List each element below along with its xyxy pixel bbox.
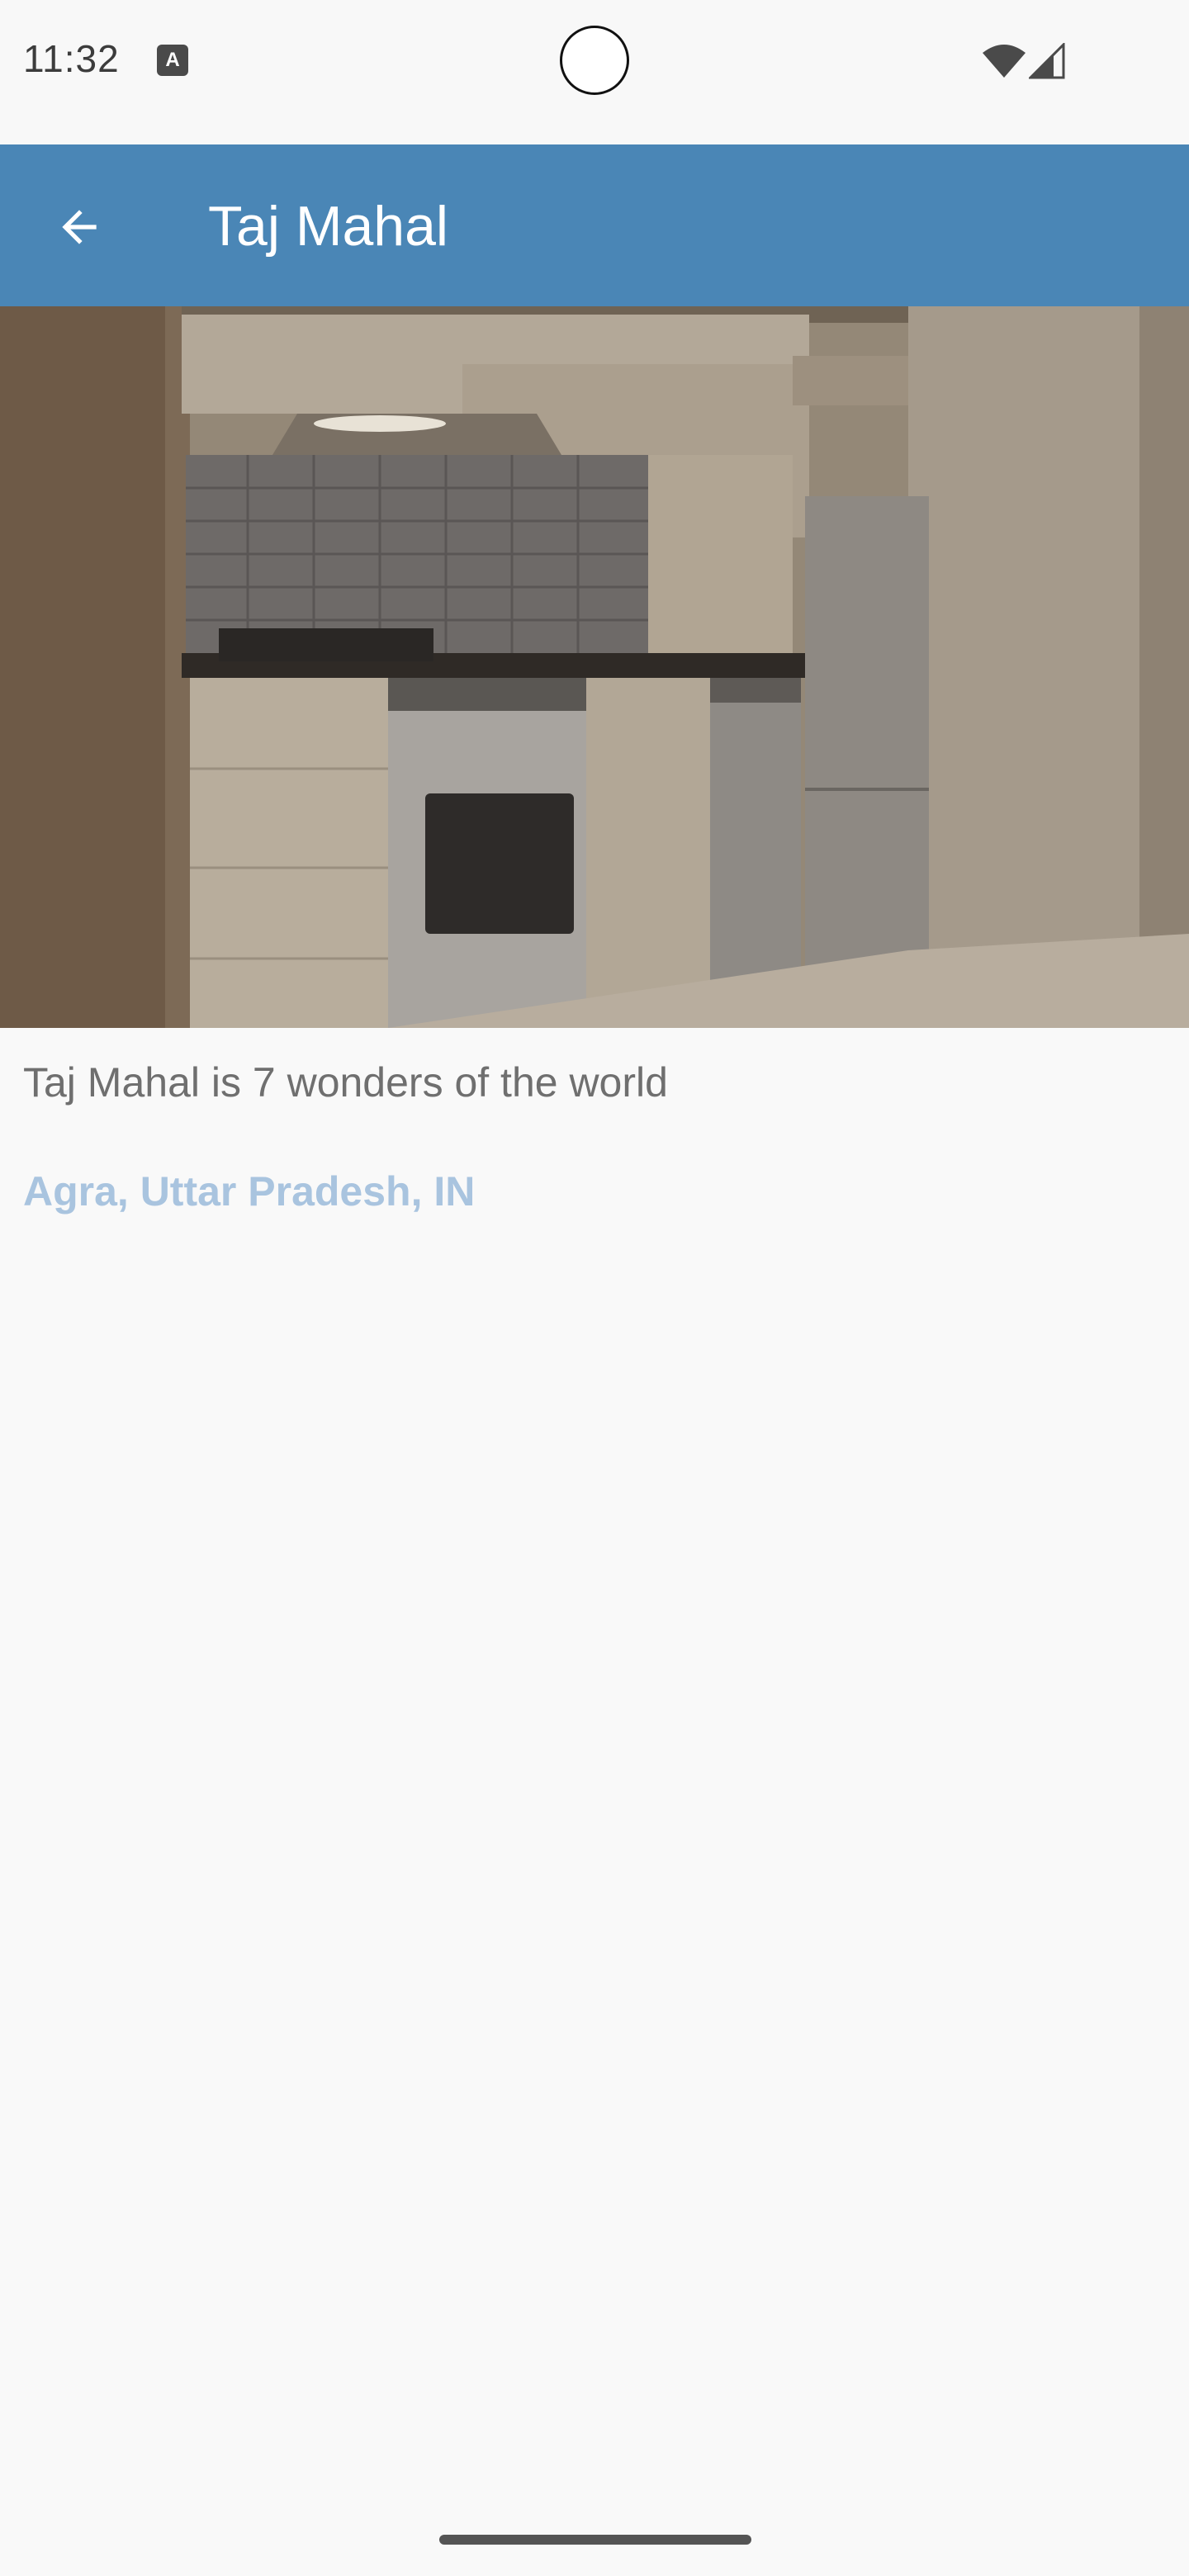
status-bar: 11:32 A xyxy=(0,0,1189,144)
gesture-bar[interactable] xyxy=(439,2535,751,2545)
kitchen-photo xyxy=(0,306,1189,1028)
arrow-back-icon xyxy=(62,210,97,244)
wifi-icon xyxy=(983,45,1026,78)
hero-image xyxy=(0,306,1189,1028)
page-title: Taj Mahal xyxy=(208,195,449,258)
back-button[interactable] xyxy=(38,186,121,268)
camera-cutout xyxy=(560,26,629,95)
a-icon: A xyxy=(157,45,188,76)
screen: 11:32 A Taj Mahal Taj Mahal is 7 wonders… xyxy=(0,0,1189,2576)
signal-icon xyxy=(1029,43,1065,79)
status-time: 11:32 xyxy=(23,37,120,80)
place-location[interactable]: Agra, Uttar Pradesh, IN xyxy=(23,1167,475,1215)
app-bar: Taj Mahal xyxy=(0,144,1189,306)
place-description: Taj Mahal is 7 wonders of the world xyxy=(23,1059,668,1106)
